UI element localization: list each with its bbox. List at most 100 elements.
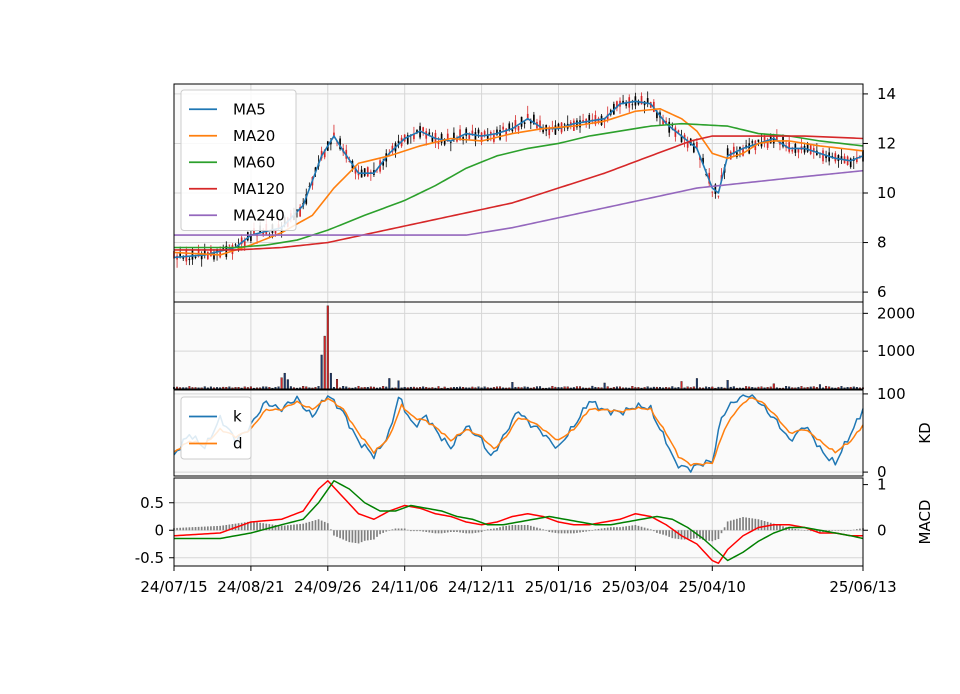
macd-histogram-bar <box>431 530 434 533</box>
macd-histogram-bar <box>477 530 480 533</box>
legend-label-ma20: MA20 <box>233 127 275 145</box>
macd-histogram-bar <box>406 529 409 531</box>
macd-histogram-bar <box>410 530 412 532</box>
macd-histogram-bar <box>185 527 188 531</box>
x-tick-label: 24/11/06 <box>371 578 438 596</box>
candle-body <box>228 244 231 246</box>
macd-histogram-bar <box>348 530 351 543</box>
candle-body <box>711 191 714 193</box>
macd-histogram-bar <box>345 530 348 541</box>
macd-histogram-bar <box>511 524 514 531</box>
macd-histogram-bar <box>622 526 624 531</box>
macd-histogram-bar <box>382 530 385 533</box>
macd-histogram-bar <box>554 530 557 533</box>
macd-histogram-bar <box>483 530 486 531</box>
macd-histogram-bar <box>339 530 341 539</box>
y-axis-label-kd: KD <box>916 422 934 443</box>
macd-histogram-bar <box>739 517 741 531</box>
macd-histogram-bar <box>413 530 415 532</box>
macd-histogram-bar <box>474 530 477 533</box>
macd-histogram-bar <box>326 523 329 531</box>
macd-histogram-bar <box>779 525 781 531</box>
macd-histogram-bar <box>206 526 209 531</box>
macd-histogram-bar <box>859 528 861 531</box>
macd-histogram-bar <box>597 528 600 531</box>
legend-label-d: d <box>233 435 243 453</box>
macd-histogram-bar <box>640 526 643 531</box>
macd-histogram-bar <box>388 530 391 531</box>
volume-bar <box>283 372 286 390</box>
macd-histogram-bar <box>542 529 544 531</box>
macd-histogram-bar <box>188 527 191 531</box>
macd-histogram-bar <box>443 530 446 533</box>
macd-histogram-bar <box>293 524 295 531</box>
macd-histogram-bar <box>370 530 372 540</box>
macd-histogram-bar <box>742 517 744 531</box>
macd-histogram-bar <box>671 530 674 539</box>
macd-histogram-bar <box>391 529 394 531</box>
macd-histogram-bar <box>849 530 852 531</box>
macd-histogram-bar <box>354 530 357 544</box>
macd-histogram-bar <box>459 530 461 533</box>
macd-histogram-bar <box>628 525 631 531</box>
candle-body <box>234 244 237 246</box>
macd-histogram-bar <box>828 530 831 532</box>
macd-histogram-bar <box>736 518 738 531</box>
macd-histogram-bar <box>197 526 200 531</box>
y-tick-label-volume: 1000 <box>877 342 915 360</box>
macd-histogram-bar <box>360 530 363 543</box>
y-tick-label-volume: 2000 <box>877 304 915 322</box>
macd-histogram-bar <box>222 525 225 531</box>
macd-histogram-bar <box>194 527 197 531</box>
macd-histogram-bar <box>465 530 468 534</box>
macd-histogram-bar <box>649 529 652 531</box>
macd-histogram-bar <box>846 530 849 531</box>
macd-histogram-bar <box>514 524 517 531</box>
macd-histogram-bar <box>723 527 726 531</box>
y-tick-label-macd-left: -0.5 <box>135 549 164 567</box>
macd-histogram-bar <box>176 527 178 531</box>
macd-histogram-bar <box>634 524 637 531</box>
x-tick-label: 25/06/13 <box>829 578 896 596</box>
macd-histogram-bar <box>317 519 320 531</box>
candle-body <box>751 141 754 143</box>
macd-histogram-bar <box>437 530 440 534</box>
macd-histogram-bar <box>834 530 837 531</box>
volume-bar <box>326 305 329 390</box>
macd-histogram-bar <box>665 530 667 536</box>
volume-bar <box>320 354 323 390</box>
macd-histogram-bar <box>840 530 843 531</box>
macd-histogram-bar <box>256 522 258 531</box>
macd-histogram-bar <box>456 530 458 533</box>
volume-bar <box>680 381 683 390</box>
volume-bar <box>286 379 289 390</box>
macd-histogram-bar <box>283 525 286 531</box>
candle-body <box>514 120 517 130</box>
macd-histogram-bar <box>323 521 326 531</box>
macd-histogram-bar <box>210 526 212 531</box>
macd-histogram-bar <box>591 530 594 531</box>
macd-histogram-bar <box>336 530 338 537</box>
y-tick-label-price: 14 <box>877 85 896 103</box>
volume-bar <box>818 384 821 390</box>
macd-histogram-bar <box>517 524 520 531</box>
macd-histogram-bar <box>600 528 603 531</box>
macd-histogram-bar <box>502 526 504 531</box>
candle-body <box>499 129 501 140</box>
candle-body <box>717 195 720 197</box>
macd-histogram-bar <box>806 530 809 531</box>
macd-histogram-bar <box>225 524 228 531</box>
volume-bar <box>726 380 729 390</box>
macd-histogram-bar <box>462 530 464 533</box>
volume-bar <box>511 382 514 390</box>
macd-histogram-bar <box>689 530 692 540</box>
macd-histogram-bar <box>606 527 609 531</box>
macd-histogram-bar <box>548 530 551 533</box>
macd-histogram-bar <box>200 526 203 531</box>
macd-histogram-bar <box>631 525 634 531</box>
macd-histogram-bar <box>526 524 529 531</box>
macd-histogram-bar <box>748 517 751 531</box>
macd-histogram-bar <box>385 530 388 532</box>
macd-histogram-bar <box>837 530 840 531</box>
candle-body <box>502 126 504 130</box>
